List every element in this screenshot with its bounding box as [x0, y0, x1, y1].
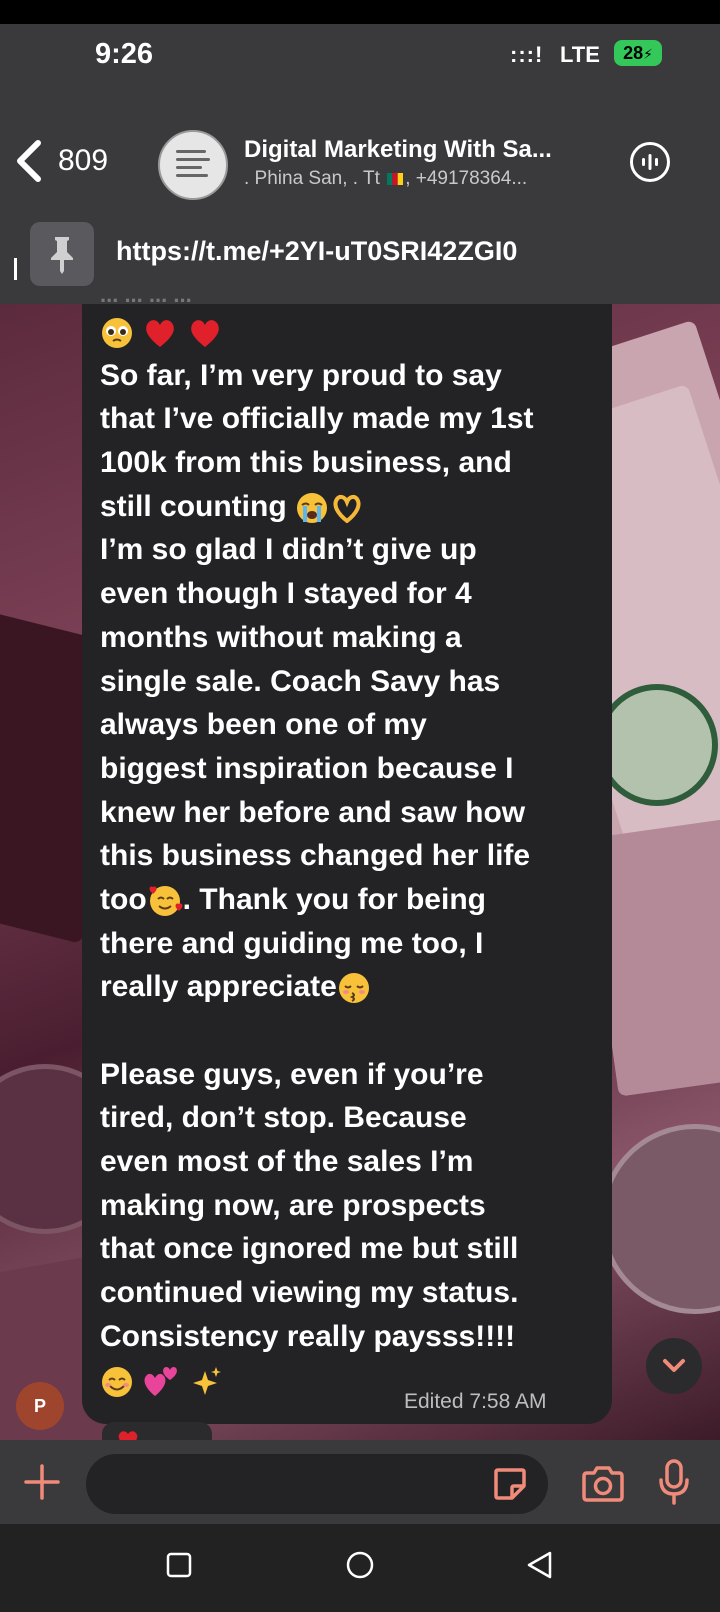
- message-line: really appreciate: [100, 965, 600, 1009]
- signal-strength-icon: :::!: [510, 42, 544, 67]
- message-line: continued viewing my status.: [100, 1276, 519, 1310]
- pin-icon: [51, 237, 73, 274]
- chevron-down-icon: [663, 1359, 685, 1372]
- message-line: 100k from this business, and: [100, 446, 512, 480]
- recent-apps-icon[interactable]: [166, 1552, 192, 1578]
- message-line: months without making a: [100, 620, 462, 654]
- battery-level: 28: [623, 43, 644, 63]
- pin-button[interactable]: [30, 222, 94, 286]
- network-type: LTE: [560, 42, 600, 67]
- message-line: still counting: [100, 485, 600, 529]
- kissing-face-emoji-icon: [338, 973, 369, 1004]
- message-line: making now, are prospects: [100, 1188, 486, 1222]
- red-heart-emoji-icon: [190, 320, 219, 348]
- message-line: tired, don’t stop. Because: [100, 1101, 467, 1135]
- message-line: Consistency really paysss!!!!: [100, 1319, 516, 1353]
- message-line: knew her before and saw how: [100, 795, 526, 829]
- red-heart-emoji-icon: [146, 320, 175, 348]
- pleading-face-emoji-icon: [102, 318, 132, 349]
- home-icon[interactable]: [345, 1550, 375, 1580]
- plus-icon[interactable]: [22, 1462, 62, 1502]
- chat-header: 809 Digital Marketing With Sa... . Phina…: [0, 120, 720, 206]
- message-time: 7:58 AM: [469, 1390, 547, 1413]
- message-line: always been one of my: [100, 708, 427, 742]
- back-button[interactable]: 809: [14, 136, 134, 186]
- microphone-icon[interactable]: [656, 1458, 692, 1506]
- message-line: So far, I’m very proud to say: [100, 358, 502, 392]
- message-line: too. Thank you for being: [100, 878, 600, 922]
- message-text: So far, I’m very proud to say that I’ve …: [100, 310, 600, 1402]
- sender-avatar[interactable]: P: [16, 1382, 64, 1430]
- message-line: this business changed her life: [100, 839, 531, 873]
- camera-icon[interactable]: [580, 1464, 626, 1504]
- sparkles-emoji-icon: [192, 1366, 221, 1395]
- charging-bolt-icon: ⚡: [643, 46, 653, 62]
- smiling-face-with-hearts-emoji-icon: [149, 886, 183, 917]
- crying-face-emoji-icon: [297, 492, 327, 523]
- two-hearts-emoji-icon: [144, 1366, 178, 1396]
- message-line: biggest inspiration because I: [100, 751, 514, 785]
- pinned-indicator: [14, 258, 17, 280]
- reactions-bar[interactable]: [102, 1422, 212, 1442]
- battery-indicator: 28⚡: [614, 40, 662, 66]
- message-line: [100, 310, 600, 354]
- chat-title[interactable]: Digital Marketing With Sa...: [244, 136, 552, 164]
- status-time: 9:26: [95, 38, 154, 70]
- voice-chat-button[interactable]: [630, 142, 670, 182]
- smiling-face-emoji-icon: [102, 1366, 132, 1397]
- voice-chat-icon: [642, 154, 658, 170]
- truncated-previous-line: ... ... ... ...: [100, 282, 192, 304]
- message-line: even most of the sales I’m: [100, 1145, 474, 1179]
- back-triangle-icon[interactable]: [524, 1550, 556, 1580]
- chevron-left-icon: [17, 140, 41, 182]
- scroll-to-bottom-button[interactable]: [646, 1338, 702, 1394]
- flag-icon: [387, 172, 404, 185]
- heart-hands-emoji-icon: [333, 494, 361, 523]
- message-line: there and guiding me too, I: [100, 926, 484, 960]
- sticker-icon[interactable]: [492, 1466, 528, 1502]
- message-line: that I’ve officially made my 1st: [100, 402, 534, 436]
- message-input[interactable]: [86, 1454, 548, 1514]
- group-avatar[interactable]: [158, 130, 228, 200]
- message-line: that once ignored me but still: [100, 1232, 519, 1266]
- message-line: even though I stayed for 4: [100, 577, 472, 611]
- message-line: I’m so glad I didn’t give up: [100, 533, 477, 567]
- unread-count: 809: [58, 144, 109, 177]
- pinned-link[interactable]: https://t.me/+2YI-uT0SRI42ZGI0: [116, 236, 517, 267]
- chat-members-subtitle[interactable]: . Phina San, . Tt , +49178364...: [244, 168, 527, 190]
- message-edited-timestamp: Edited 7:58 AM: [404, 1390, 547, 1413]
- top-black-strip: [0, 0, 720, 24]
- message-line: single sale. Coach Savy has: [100, 664, 501, 698]
- message-line: Please guys, even if you’re: [100, 1057, 484, 1091]
